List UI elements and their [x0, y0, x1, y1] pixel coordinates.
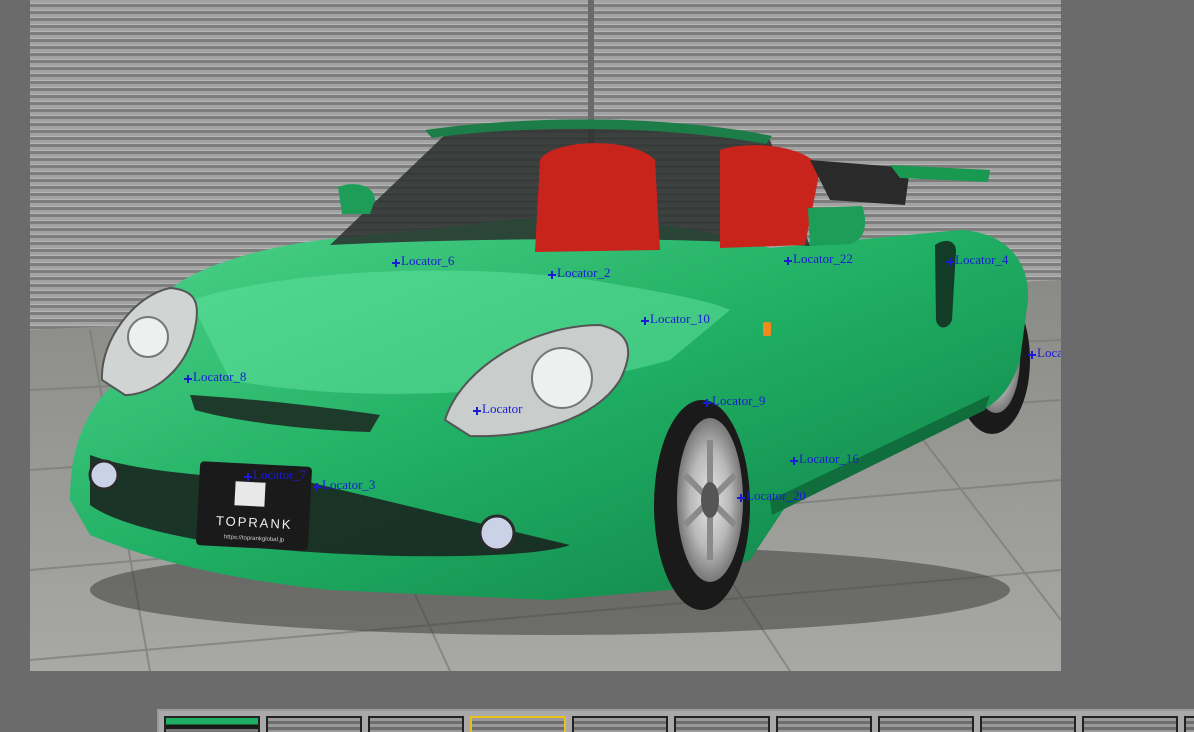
locator-label: Locator_16 [799, 451, 859, 466]
locator-label: Locator_22 [793, 251, 853, 266]
crosshair-icon [473, 407, 481, 415]
locator-label: Locator_21 [1037, 345, 1061, 360]
locator-marker[interactable]: Locator [473, 402, 522, 415]
thumbnail-image [982, 718, 1074, 732]
crosshair-icon [548, 271, 556, 279]
locator-marker[interactable]: Locator_10 [641, 312, 710, 325]
locator-marker[interactable]: Locator_21 [1028, 346, 1061, 359]
crosshair-icon [641, 317, 649, 325]
thumbnail-image [472, 718, 564, 732]
thumbnail[interactable] [164, 716, 260, 732]
thumbnail-image [778, 718, 870, 732]
crosshair-icon [737, 494, 745, 502]
locator-label: Locator [482, 401, 523, 416]
locator-marker[interactable]: Locator_4 [946, 253, 1008, 266]
thumbnail[interactable] [470, 716, 566, 732]
thumbnail[interactable] [368, 716, 464, 732]
locator-marker[interactable]: Locator_20 [737, 489, 806, 502]
thumbnail[interactable] [878, 716, 974, 732]
thumbnail-image [1186, 718, 1194, 732]
thumbnail-image [676, 718, 768, 732]
crosshair-icon [184, 375, 192, 383]
crosshair-icon [244, 473, 252, 481]
locator-label: Locator_10 [650, 311, 710, 326]
thumbnail-image [166, 718, 258, 732]
thumbnail[interactable] [266, 716, 362, 732]
thumbnail-image [880, 718, 972, 732]
locator-label: Locator_2 [557, 265, 611, 280]
thumbnail[interactable] [1082, 716, 1178, 732]
thumbnail-strip [157, 709, 1194, 732]
locator-marker[interactable]: Locator_8 [184, 370, 246, 383]
car-photo: TOPRANK https://toprankglobal.jp [30, 0, 1061, 671]
locator-label: Locator_3 [322, 477, 376, 492]
thumbnail[interactable] [980, 716, 1076, 732]
crosshair-icon [313, 483, 321, 491]
thumbnail-image [574, 718, 666, 732]
thumbnail-image [370, 718, 462, 732]
thumbnail-image [1084, 718, 1176, 732]
locator-label: Locator_9 [712, 393, 766, 408]
locator-marker[interactable]: Locator_16 [790, 452, 859, 465]
crosshair-icon [790, 457, 798, 465]
locator-label: Locator_7 [253, 467, 307, 482]
locator-label: Locator_6 [401, 253, 455, 268]
locator-marker[interactable]: Locator_9 [703, 394, 765, 407]
crosshair-icon [1028, 351, 1036, 359]
thumbnail[interactable] [572, 716, 668, 732]
locator-label: Locator_8 [193, 369, 247, 384]
crosshair-icon [703, 399, 711, 407]
thumbnail[interactable] [1184, 716, 1194, 732]
thumbnail[interactable] [674, 716, 770, 732]
locator-marker[interactable]: Locator_7 [244, 468, 306, 481]
thumbnail[interactable] [776, 716, 872, 732]
locator-marker[interactable]: Locator_2 [548, 266, 610, 279]
locator-label: Locator_4 [955, 252, 1009, 267]
locator-marker[interactable]: Locator_22 [784, 252, 853, 265]
locator-label: Locator_20 [746, 488, 806, 503]
thumbnail-image [268, 718, 360, 732]
image-viewer[interactable]: TOPRANK https://toprankglobal.jp Locator… [30, 0, 1061, 671]
crosshair-icon [784, 257, 792, 265]
crosshair-icon [946, 258, 954, 266]
locator-marker[interactable]: Locator_3 [313, 478, 375, 491]
locator-marker[interactable]: Locator_6 [392, 254, 454, 267]
crosshair-icon [392, 259, 400, 267]
